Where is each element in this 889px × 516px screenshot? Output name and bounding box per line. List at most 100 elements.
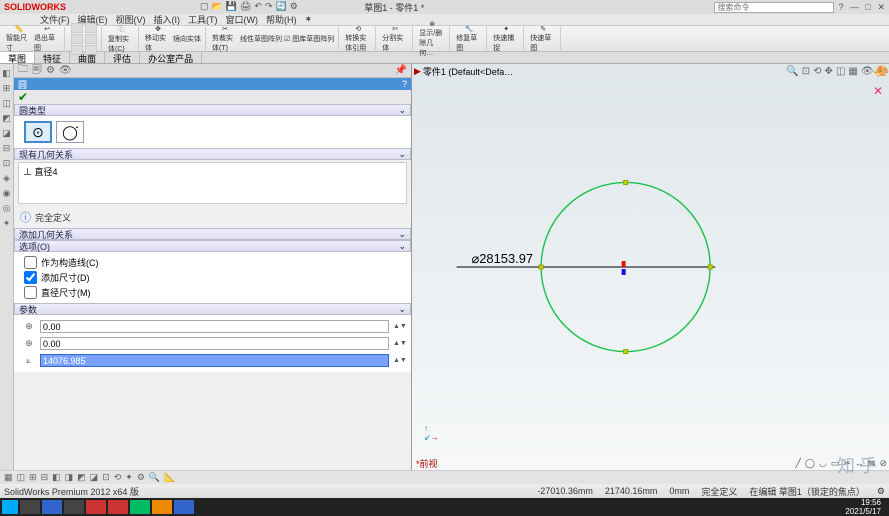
minimize-icon[interactable]: —: [850, 2, 859, 12]
qat-rebuild-icon[interactable]: 🔄: [275, 1, 286, 12]
qat-open-icon[interactable]: 📂: [212, 1, 223, 12]
menu-tools[interactable]: 工具(T): [188, 13, 218, 26]
bt-icon[interactable]: ◫: [17, 472, 26, 483]
tab-office[interactable]: 办公室产品: [140, 52, 202, 63]
status-gear-icon[interactable]: ⚙: [877, 486, 885, 497]
quick-access-toolbar[interactable]: ▢ 📂 💾 🖨 ↶ ↷ 🔄 ⚙: [200, 1, 298, 12]
pan-icon[interactable]: ✥: [825, 66, 833, 77]
pmgr-tab-config-icon[interactable]: ⚙: [46, 65, 55, 76]
arc-tool-icon[interactable]: [85, 23, 97, 33]
relation-item[interactable]: ⊥ 直径4: [23, 165, 402, 178]
model-tab[interactable]: *前视: [416, 457, 438, 470]
bt-icon[interactable]: ◪: [90, 472, 99, 483]
menu-pin-icon[interactable]: ✶: [305, 14, 313, 25]
taskbar-item[interactable]: [130, 500, 150, 514]
circle-perimeter-type[interactable]: ◯͘: [56, 121, 84, 143]
bt-icon[interactable]: 📐: [164, 472, 175, 483]
system-tray[interactable]: 19:56 2021/5/17: [845, 498, 887, 516]
param-y-input[interactable]: [40, 337, 389, 350]
spin-up-icon[interactable]: ▲▼: [393, 340, 403, 347]
rail-icon[interactable]: ✦: [3, 218, 11, 229]
rail-icon[interactable]: ◧: [2, 68, 11, 79]
graphics-canvas[interactable]: ▶ 零件1 (Default<Defa… 🔍⊡⟲✥◫▦👁🎨 ⟲ ✕ ⌀28153…: [412, 64, 889, 470]
pmgr-tab-display-icon[interactable]: 👁: [59, 65, 72, 76]
taskbar-item[interactable]: [42, 500, 62, 514]
ribbon-trim[interactable]: ✂剪裁实体(T): [212, 27, 238, 51]
rotate-icon[interactable]: ⟲: [813, 66, 821, 77]
opt-diameter-dim[interactable]: 直径尺寸(M): [18, 286, 407, 299]
section-params[interactable]: 参数⌄: [14, 303, 411, 315]
taskbar-item[interactable]: [86, 500, 106, 514]
pmgr-tabs[interactable]: 🗀 🗐 ⚙ 👁 📌: [14, 64, 411, 78]
rail-icon[interactable]: ⊟: [3, 143, 11, 154]
ribbon-quick-sketch[interactable]: ✎快速草图: [530, 27, 556, 51]
bt-icon[interactable]: ▦: [4, 472, 13, 483]
rail-icon[interactable]: ◪: [2, 128, 11, 139]
taskbar-item[interactable]: [108, 500, 128, 514]
taskbar-item[interactable]: [64, 500, 84, 514]
pmgr-help-icon[interactable]: ?: [398, 79, 411, 89]
rail-icon[interactable]: ⊞: [3, 83, 11, 94]
rail-icon[interactable]: ◎: [3, 203, 11, 214]
windows-taskbar[interactable]: 19:56 2021/5/17: [0, 498, 889, 516]
rail-icon[interactable]: ◈: [3, 173, 10, 184]
tab-features[interactable]: 特征: [35, 52, 70, 63]
help-icon[interactable]: ?: [838, 2, 843, 12]
flyout-tree-icon[interactable]: ▶: [414, 66, 421, 77]
spin-up-icon[interactable]: ▲▼: [393, 323, 403, 330]
relation-list[interactable]: ⊥ 直径4: [18, 162, 407, 204]
bt-icon[interactable]: ◨: [65, 472, 74, 483]
line-tool-icon[interactable]: [71, 23, 83, 33]
bt-icon[interactable]: ⟲: [114, 472, 122, 483]
menu-help[interactable]: 帮助(H): [266, 13, 297, 26]
qat-redo-icon[interactable]: ↷: [265, 1, 273, 12]
ribbon-repair[interactable]: 🔧修复草图: [456, 27, 482, 51]
command-search-input[interactable]: [714, 2, 834, 13]
section-view-icon[interactable]: ◫: [836, 66, 845, 77]
ribbon-display-delete[interactable]: ⊗显示/删除几何…: [419, 27, 445, 51]
taskbar-item[interactable]: [174, 500, 194, 514]
ribbon-move-entity[interactable]: ✥移动实体: [145, 27, 171, 51]
bt-icon[interactable]: 🔍: [149, 472, 160, 483]
zoom-area-icon[interactable]: ⊡: [802, 66, 810, 77]
ribbon-mirror[interactable]: 镜向实体: [173, 34, 201, 44]
sk-circle-icon[interactable]: ◯: [805, 458, 815, 468]
rail-icon[interactable]: ◩: [2, 113, 11, 124]
tab-sketch[interactable]: 草图: [0, 52, 35, 63]
tab-evaluate[interactable]: 评估: [105, 52, 140, 63]
qat-save-icon[interactable]: 💾: [226, 1, 237, 12]
hide-show-icon[interactable]: 👁: [861, 66, 874, 77]
menu-window[interactable]: 窗口(W): [226, 13, 259, 26]
ribbon-smart-dimension[interactable]: 📏智能尺寸: [6, 27, 32, 51]
flyout-doc-name[interactable]: 零件1 (Default<Defa…: [423, 65, 513, 78]
taskbar-item[interactable]: [20, 500, 40, 514]
qat-print-icon[interactable]: 🖨: [240, 1, 251, 12]
display-style-icon[interactable]: ▦: [848, 66, 857, 77]
section-existing-relations[interactable]: 现有几何关系⌄: [14, 148, 411, 160]
bt-icon[interactable]: ⊞: [29, 472, 37, 483]
bt-icon[interactable]: ⊡: [102, 472, 110, 483]
section-circle-type[interactable]: 圆类型⌄: [14, 104, 411, 116]
ribbon-split[interactable]: ✄分割实体: [382, 27, 408, 51]
rail-icon[interactable]: ⊡: [3, 158, 11, 169]
close-icon[interactable]: ✕: [877, 2, 885, 12]
ribbon-quick-snap[interactable]: ✦快速捕捉: [493, 27, 519, 51]
ribbon-copy-entity[interactable]: ⿻复制实体(C): [108, 27, 134, 51]
spin-up-icon[interactable]: ▲▼: [393, 357, 403, 364]
menu-bar[interactable]: 文件(F) 编辑(E) 视图(V) 插入(I) 工具(T) 窗口(W) 帮助(H…: [0, 14, 889, 26]
sk-line-icon[interactable]: ╱: [795, 458, 800, 468]
param-radius-input[interactable]: [40, 354, 389, 367]
bottom-toolbar[interactable]: ▦◫⊞⊟◧◨◩◪⊡⟲✦⚙🔍📐: [0, 470, 889, 484]
dimension-label[interactable]: ⌀28153.97: [471, 251, 533, 266]
sketch-svg[interactable]: ⌀28153.97: [412, 78, 889, 456]
ribbon-pattern[interactable]: 线性草图阵列: [240, 34, 282, 44]
bt-icon[interactable]: ◧: [52, 472, 61, 483]
section-add-relations[interactable]: 添加几何关系⌄: [14, 228, 411, 240]
section-options[interactable]: 选项(O)⌄: [14, 240, 411, 252]
sk-arc-icon[interactable]: ◡: [819, 458, 827, 468]
qat-options-icon[interactable]: ⚙: [290, 1, 298, 12]
ribbon-convert[interactable]: ⟲转换实体引用: [345, 27, 371, 51]
bt-icon[interactable]: ✦: [125, 472, 133, 483]
bt-icon[interactable]: ⊟: [41, 472, 49, 483]
rail-icon[interactable]: ◫: [2, 98, 11, 109]
